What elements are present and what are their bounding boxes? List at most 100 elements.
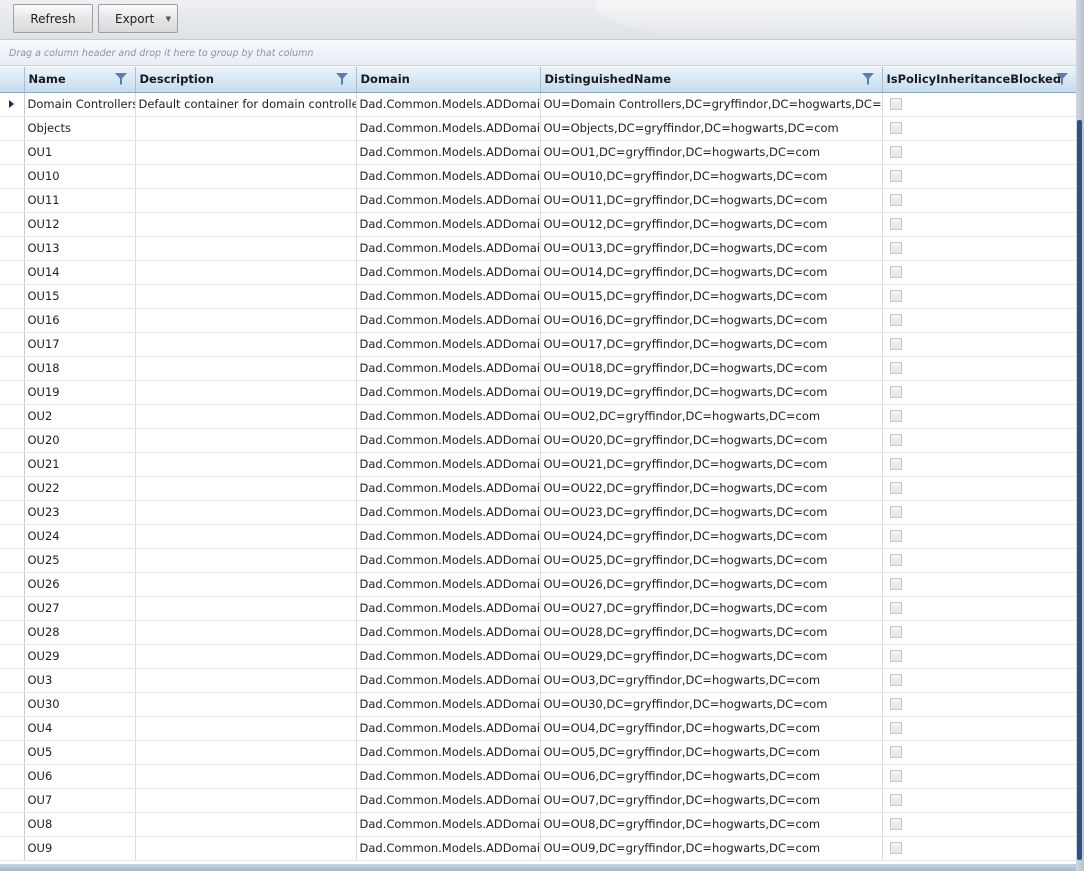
row-indicator[interactable] [0, 452, 25, 477]
row-indicator[interactable] [0, 476, 25, 501]
cell-ispolicyinheritanceblocked[interactable] [882, 140, 1076, 165]
table-row[interactable]: OU20 Dad.Common.Models.ADDomain OU=OU20,DC… [0, 428, 1076, 453]
table-row[interactable]: OU17 Dad.Common.Models.ADDomain OU=OU17,DC… [0, 332, 1076, 357]
row-indicator[interactable] [0, 596, 25, 621]
cell-domain[interactable]: Dad.Common.Models.ADDomain [356, 356, 541, 381]
cell-distinguishedname[interactable]: OU=OU22,DC=gryffindor,DC=hogwarts,DC=com [540, 476, 883, 501]
cell-name[interactable]: OU22 [24, 476, 136, 501]
table-row[interactable]: OU8 Dad.Common.Models.ADDomain OU=OU8,DC=g… [0, 812, 1076, 837]
cell-description[interactable] [135, 140, 357, 165]
row-indicator[interactable] [0, 164, 25, 189]
table-row[interactable]: OU9 Dad.Common.Models.ADDomain OU=OU9,DC=g… [0, 836, 1076, 861]
cell-description[interactable] [135, 212, 357, 237]
cell-ispolicyinheritanceblocked[interactable] [882, 836, 1076, 861]
table-row[interactable]: OU27 Dad.Common.Models.ADDomain OU=OU27,DC… [0, 596, 1076, 621]
cell-distinguishedname[interactable]: OU=OU6,DC=gryffindor,DC=hogwarts,DC=com [540, 764, 883, 789]
cell-description[interactable] [135, 740, 357, 765]
cell-distinguishedname[interactable]: OU=OU14,DC=gryffindor,DC=hogwarts,DC=com [540, 260, 883, 285]
cell-domain[interactable]: Dad.Common.Models.ADDomain [356, 116, 541, 141]
row-indicator[interactable] [0, 716, 25, 741]
cell-distinguishedname[interactable]: OU=OU16,DC=gryffindor,DC=hogwarts,DC=com [540, 308, 883, 333]
row-indicator[interactable] [0, 836, 25, 861]
row-indicator[interactable] [0, 764, 25, 789]
policy-blocked-checkbox[interactable] [889, 170, 902, 182]
cell-distinguishedname[interactable]: OU=OU8,DC=gryffindor,DC=hogwarts,DC=com [540, 812, 883, 837]
cell-distinguishedname[interactable]: OU=OU10,DC=gryffindor,DC=hogwarts,DC=com [540, 164, 883, 189]
cell-domain[interactable]: Dad.Common.Models.ADDomain [356, 524, 541, 549]
cell-distinguishedname[interactable]: OU=OU30,DC=gryffindor,DC=hogwarts,DC=com [540, 692, 883, 717]
filter-funnel-icon[interactable] [114, 73, 127, 85]
cell-ispolicyinheritanceblocked[interactable] [882, 332, 1076, 357]
policy-blocked-checkbox[interactable] [889, 362, 902, 374]
cell-name[interactable]: OU20 [24, 428, 136, 453]
policy-blocked-checkbox[interactable] [889, 602, 902, 614]
table-row[interactable]: OU30 Dad.Common.Models.ADDomain OU=OU30,DC… [0, 692, 1076, 717]
cell-description[interactable] [135, 692, 357, 717]
cell-distinguishedname[interactable]: OU=OU24,DC=gryffindor,DC=hogwarts,DC=com [540, 524, 883, 549]
cell-description[interactable] [135, 596, 357, 621]
table-row[interactable]: OU5 Dad.Common.Models.ADDomain OU=OU5,DC=g… [0, 740, 1076, 765]
cell-domain[interactable]: Dad.Common.Models.ADDomain [356, 236, 541, 261]
cell-description[interactable] [135, 716, 357, 741]
cell-name[interactable]: OU13 [24, 236, 136, 261]
cell-ispolicyinheritanceblocked[interactable] [882, 740, 1076, 765]
cell-domain[interactable]: Dad.Common.Models.ADDomain [356, 140, 541, 165]
cell-domain[interactable]: Dad.Common.Models.ADDomain [356, 260, 541, 285]
cell-distinguishedname[interactable]: OU=OU28,DC=gryffindor,DC=hogwarts,DC=com [540, 620, 883, 645]
table-row[interactable]: OU14 Dad.Common.Models.ADDomain OU=OU14,DC… [0, 260, 1076, 285]
cell-distinguishedname[interactable]: OU=OU2,DC=gryffindor,DC=hogwarts,DC=com [540, 404, 883, 429]
cell-ispolicyinheritanceblocked[interactable] [882, 380, 1076, 405]
cell-ispolicyinheritanceblocked[interactable] [882, 548, 1076, 573]
cell-ispolicyinheritanceblocked[interactable] [882, 524, 1076, 549]
cell-domain[interactable]: Dad.Common.Models.ADDomain [356, 476, 541, 501]
cell-description[interactable] [135, 668, 357, 693]
policy-blocked-checkbox[interactable] [889, 698, 902, 710]
cell-domain[interactable]: Dad.Common.Models.ADDomain [356, 668, 541, 693]
cell-description[interactable] [135, 356, 357, 381]
row-indicator[interactable] [0, 140, 25, 165]
cell-ispolicyinheritanceblocked[interactable] [882, 596, 1076, 621]
cell-name[interactable]: OU27 [24, 596, 136, 621]
cell-description[interactable] [135, 764, 357, 789]
cell-name[interactable]: OU15 [24, 284, 136, 309]
policy-blocked-checkbox[interactable] [889, 194, 902, 206]
policy-blocked-checkbox[interactable] [889, 290, 902, 302]
cell-ispolicyinheritanceblocked[interactable] [882, 92, 1076, 117]
policy-blocked-checkbox[interactable] [889, 626, 902, 638]
cell-domain[interactable]: Dad.Common.Models.ADDomain [356, 788, 541, 813]
cell-distinguishedname[interactable]: OU=Objects,DC=gryffindor,DC=hogwarts,DC=… [540, 116, 883, 141]
policy-blocked-checkbox[interactable] [889, 434, 902, 446]
row-indicator[interactable] [0, 740, 25, 765]
cell-distinguishedname[interactable]: OU=OU17,DC=gryffindor,DC=hogwarts,DC=com [540, 332, 883, 357]
filter-funnel-icon[interactable] [861, 73, 874, 85]
row-indicator[interactable] [0, 692, 25, 717]
table-row[interactable]: OU21 Dad.Common.Models.ADDomain OU=OU21,DC… [0, 452, 1076, 477]
export-button[interactable]: Export ▼ [98, 4, 178, 33]
cell-distinguishedname[interactable]: OU=OU19,DC=gryffindor,DC=hogwarts,DC=com [540, 380, 883, 405]
cell-distinguishedname[interactable]: OU=OU26,DC=gryffindor,DC=hogwarts,DC=com [540, 572, 883, 597]
cell-description[interactable] [135, 476, 357, 501]
row-indicator[interactable] [0, 428, 25, 453]
policy-blocked-checkbox[interactable] [889, 146, 902, 158]
cell-distinguishedname[interactable]: OU=OU25,DC=gryffindor,DC=hogwarts,DC=com [540, 548, 883, 573]
cell-ispolicyinheritanceblocked[interactable] [882, 212, 1076, 237]
cell-domain[interactable]: Dad.Common.Models.ADDomain [356, 212, 541, 237]
cell-domain[interactable]: Dad.Common.Models.ADDomain [356, 548, 541, 573]
cell-domain[interactable]: Dad.Common.Models.ADDomain [356, 380, 541, 405]
cell-name[interactable]: OU24 [24, 524, 136, 549]
cell-domain[interactable]: Dad.Common.Models.ADDomain [356, 308, 541, 333]
cell-description[interactable] [135, 332, 357, 357]
row-indicator[interactable] [0, 212, 25, 237]
policy-blocked-checkbox[interactable] [889, 842, 902, 854]
policy-blocked-checkbox[interactable] [889, 266, 902, 278]
table-row[interactable]: OU16 Dad.Common.Models.ADDomain OU=OU16,DC… [0, 308, 1076, 333]
cell-ispolicyinheritanceblocked[interactable] [882, 764, 1076, 789]
cell-distinguishedname[interactable]: OU=OU29,DC=gryffindor,DC=hogwarts,DC=com [540, 644, 883, 669]
cell-domain[interactable]: Dad.Common.Models.ADDomain [356, 812, 541, 837]
cell-distinguishedname[interactable]: OU=OU12,DC=gryffindor,DC=hogwarts,DC=com [540, 212, 883, 237]
cell-description[interactable] [135, 500, 357, 525]
cell-domain[interactable]: Dad.Common.Models.ADDomain [356, 596, 541, 621]
cell-name[interactable]: OU2 [24, 404, 136, 429]
cell-name[interactable]: OU7 [24, 788, 136, 813]
cell-description[interactable] [135, 236, 357, 261]
